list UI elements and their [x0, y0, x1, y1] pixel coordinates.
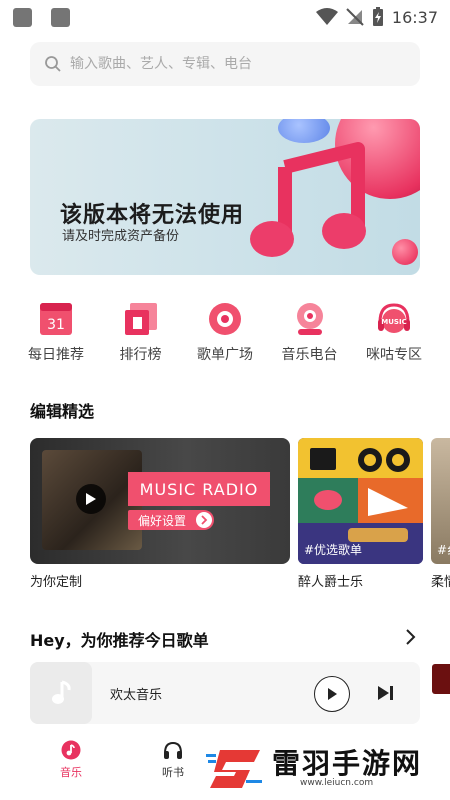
headphones-icon — [164, 741, 182, 759]
preference-label: 偏好设置 — [138, 513, 187, 528]
watermark-name: 雷羽手游网 — [272, 747, 423, 780]
decor-ball — [392, 239, 418, 265]
status-right: 16:37 — [315, 6, 438, 28]
nav-playlist-square[interactable]: 歌单广场 — [183, 302, 267, 372]
play-icon[interactable] — [76, 484, 106, 514]
music-note-icon — [52, 680, 71, 704]
nav-label: 歌单广场 — [197, 347, 253, 363]
tab-label: 音乐 — [60, 766, 82, 779]
play-button[interactable] — [314, 676, 350, 712]
nav-rankings[interactable]: 排行榜 — [99, 302, 183, 372]
banner[interactable]: 该版本将无法使用 请及时完成资产备份 — [30, 119, 420, 275]
recommend-playlist-item[interactable]: 欢太音乐 — [30, 662, 420, 724]
side-thumbnail — [432, 664, 450, 694]
nav-migu-zone[interactable]: MUSIC 咪咕专区 — [352, 302, 436, 372]
search-icon — [45, 56, 61, 72]
next-track-icon[interactable] — [376, 684, 394, 702]
nav-label: 排行榜 — [119, 347, 162, 363]
recommend-title: Hey，为你推荐今日歌单 — [30, 631, 209, 650]
migu-badge: MUSIC — [381, 318, 406, 326]
nav-label: 咪咕专区 — [366, 347, 422, 363]
status-bar: 16:37 — [0, 0, 450, 34]
tab-audiobook[interactable]: 听书 — [148, 740, 198, 780]
card-music-radio[interactable]: MUSIC RADIO 偏好设置 — [30, 438, 290, 564]
radio-icon — [293, 302, 327, 336]
quick-nav: 31 每日推荐 排行榜 歌单广场 音乐电台 MUSIC 咪咕专区 — [14, 302, 436, 372]
nav-music-radio[interactable]: 音乐电台 — [268, 302, 352, 372]
clock: 16:37 — [391, 7, 438, 27]
section-title-editor-picks: 编辑精选 — [30, 402, 95, 421]
nav-daily-recommend[interactable]: 31 每日推荐 — [14, 302, 98, 372]
playlist-disc-icon — [208, 302, 242, 336]
nav-label: 每日推荐 — [28, 347, 84, 363]
card-caption: 为你定制 — [30, 575, 83, 590]
chevron-right-icon[interactable] — [402, 628, 418, 646]
tab-label: 听书 — [162, 766, 184, 779]
play-icon — [328, 688, 337, 700]
card-caption: 醉人爵士乐 — [298, 575, 364, 590]
playlist-tag: #优选歌单 — [304, 543, 363, 557]
watermark: 雷羽手游网 www.leiucn.com — [200, 738, 450, 798]
card-partial[interactable]: #纟 — [431, 438, 450, 564]
chart-icon — [124, 302, 158, 336]
music-radio-tag: MUSIC RADIO — [128, 472, 270, 506]
search-input[interactable] — [70, 56, 390, 72]
calendar-icon: 31 — [39, 302, 73, 336]
card-jazz-playlist[interactable]: #优选歌单 — [298, 438, 423, 564]
app-notification-icon — [13, 8, 32, 27]
watermark-url: www.leiucn.com — [300, 778, 374, 788]
playlist-name: 欢太音乐 — [110, 688, 163, 703]
battery-icon — [372, 7, 383, 26]
music-disc-icon — [61, 740, 81, 760]
card-caption: 柔情 — [431, 575, 450, 590]
no-signal-icon — [346, 8, 364, 26]
calendar-badge: 31 — [47, 317, 65, 333]
preference-button[interactable]: 偏好设置 — [128, 510, 214, 530]
headphones-icon: MUSIC — [377, 302, 411, 336]
nav-label: 音乐电台 — [281, 347, 338, 363]
tab-music[interactable]: 音乐 — [46, 740, 96, 780]
wifi-icon — [315, 8, 338, 25]
app-notification-icon — [51, 8, 70, 27]
search-bar[interactable] — [30, 42, 420, 86]
banner-subtitle: 请及时完成资产备份 — [62, 229, 180, 244]
playlist-tag: #纟 — [437, 543, 450, 557]
chevron-right-icon — [196, 512, 212, 528]
playlist-thumbnail — [30, 662, 92, 724]
music-note-icon — [250, 142, 366, 257]
watermark-logo — [206, 750, 262, 788]
